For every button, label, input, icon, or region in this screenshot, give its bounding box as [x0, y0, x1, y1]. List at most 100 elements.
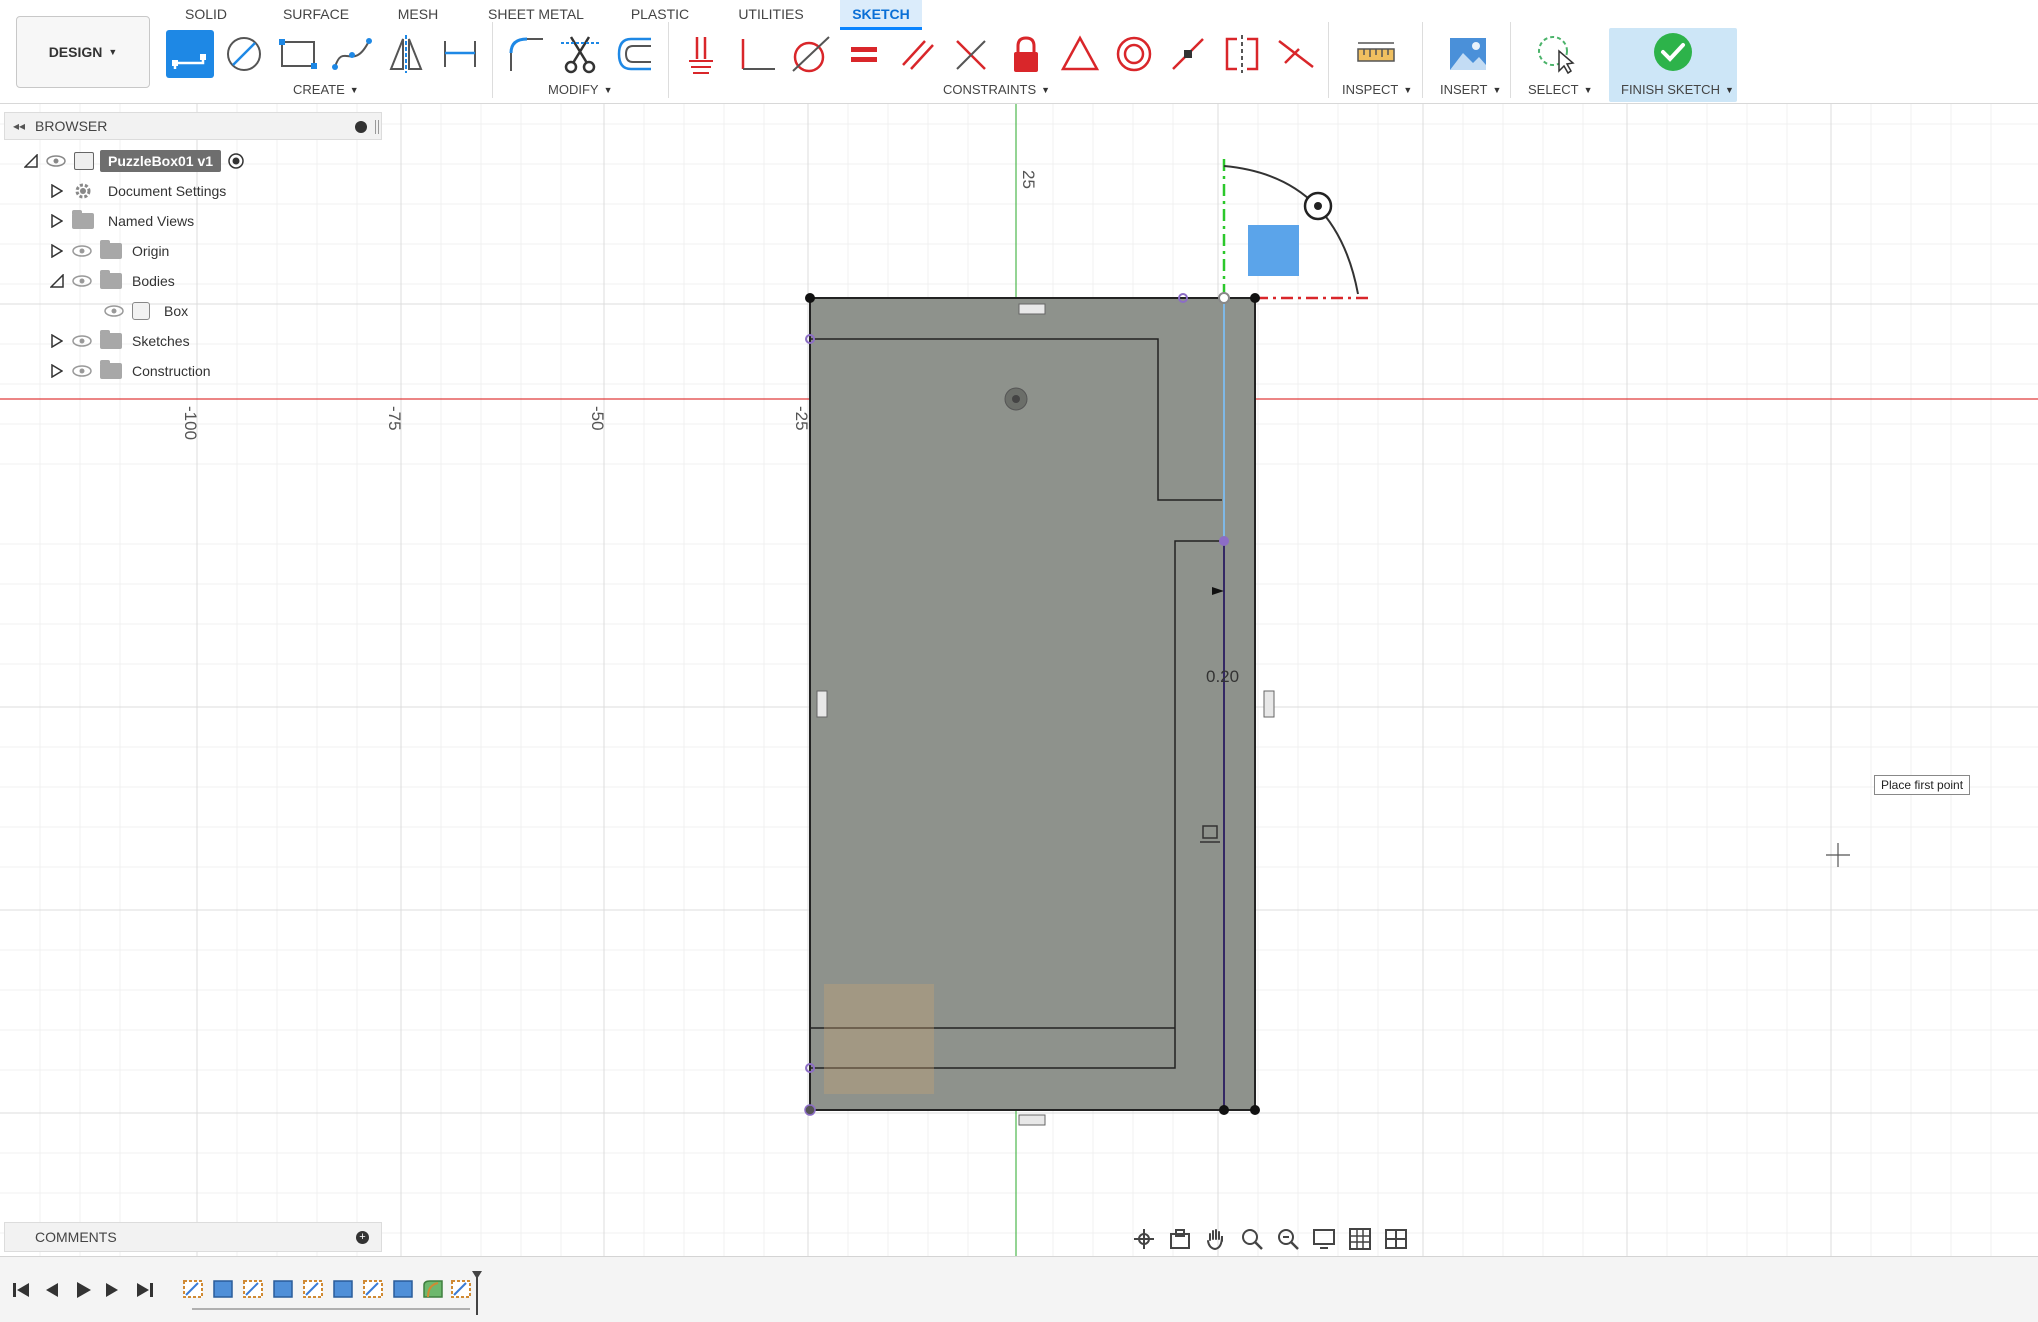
timeline-feature-list[interactable] [180, 1271, 490, 1315]
add-comment-icon[interactable]: + [356, 1231, 369, 1244]
horizontal-constraint-icon[interactable] [1018, 1114, 1046, 1126]
mirror-tool-button[interactable] [382, 30, 430, 78]
tree-item-bodies[interactable]: Bodies [50, 268, 175, 294]
eye-icon[interactable] [72, 274, 92, 288]
tab-sketch[interactable]: SKETCH [840, 0, 922, 30]
eye-icon[interactable] [104, 304, 124, 318]
tree-item-document-settings[interactable]: Document Settings [50, 178, 226, 204]
concentric-constraint-button[interactable] [1110, 30, 1158, 78]
tree-root[interactable]: PuzzleBox01 v1 [24, 148, 245, 174]
select-menu[interactable]: SELECT ▼ [1528, 82, 1593, 97]
insert-menu[interactable]: INSERT ▼ [1440, 82, 1501, 97]
zoom-button[interactable] [1272, 1224, 1304, 1254]
tree-item-box[interactable]: Box [104, 298, 188, 324]
go-to-end-button[interactable] [132, 1277, 158, 1303]
collinear-constraint-button[interactable] [1272, 30, 1320, 78]
finish-sketch-menu[interactable]: FINISH SKETCH ▼ [1621, 82, 1734, 97]
skip-end-icon [137, 1283, 153, 1297]
circle-tool-button[interactable] [220, 30, 268, 78]
coincident-constraint-button[interactable] [678, 30, 726, 78]
horizontal-constraint-icon[interactable] [1018, 303, 1046, 315]
go-to-start-button[interactable] [8, 1277, 34, 1303]
sketch-point[interactable] [1250, 1105, 1260, 1115]
step-back-button[interactable] [38, 1277, 64, 1303]
activate-radio-icon[interactable] [227, 152, 245, 170]
measure-tool-button[interactable] [1352, 30, 1400, 78]
insert-image-button[interactable] [1444, 30, 1492, 78]
comments-panel[interactable]: COMMENTS + [4, 1222, 382, 1252]
inspect-menu[interactable]: INSPECT ▼ [1342, 82, 1412, 97]
window-select-icon [1538, 36, 1575, 75]
fillet-tool-button[interactable] [502, 30, 550, 78]
sketch-point[interactable] [1219, 1105, 1229, 1115]
select-tool-button[interactable] [1532, 30, 1580, 78]
tab-mesh[interactable]: MESH [395, 0, 441, 30]
midpoint-constraint-button[interactable] [1164, 30, 1212, 78]
collapsed-triangle-icon[interactable] [50, 364, 64, 378]
vertical-constraint-icon[interactable] [1263, 690, 1275, 718]
play-button[interactable] [70, 1277, 96, 1303]
line-tool-button[interactable] [166, 30, 214, 78]
collapsed-triangle-icon[interactable] [50, 184, 64, 198]
perpendicular-x-constraint-button[interactable] [948, 30, 996, 78]
tree-item-label: Bodies [132, 273, 175, 289]
timeline-fillet-icon [423, 1280, 443, 1298]
eye-icon[interactable] [72, 334, 92, 348]
expanded-triangle-icon[interactable] [24, 154, 38, 168]
tab-utilities[interactable]: UTILITIES [738, 0, 804, 30]
eye-icon[interactable] [72, 364, 92, 378]
tree-item-origin[interactable]: Origin [50, 238, 169, 264]
orbit-button[interactable] [1128, 1224, 1160, 1254]
tangent-constraint-button[interactable] [786, 30, 834, 78]
tab-plastic[interactable]: PLASTIC [630, 0, 690, 30]
tree-item-named-views[interactable]: Named Views [50, 208, 194, 234]
parallel-constraint-button[interactable] [894, 30, 942, 78]
expanded-triangle-icon[interactable] [50, 274, 64, 288]
eye-icon[interactable] [46, 154, 66, 168]
zoom-window-button[interactable] [1236, 1224, 1268, 1254]
step-forward-button[interactable] [100, 1277, 126, 1303]
sketch-point[interactable] [1218, 292, 1230, 304]
vertical-constraint-icon[interactable] [816, 690, 828, 718]
sketch-point[interactable] [805, 293, 815, 303]
equal-constraint-button[interactable] [840, 30, 888, 78]
symmetry-constraint-button[interactable] [1218, 30, 1266, 78]
resize-grip-icon[interactable] [375, 120, 379, 134]
create-menu[interactable]: CREATE ▼ [293, 82, 359, 97]
look-at-button[interactable] [1164, 1224, 1196, 1254]
pan-button[interactable] [1200, 1224, 1232, 1254]
collapsed-triangle-icon[interactable] [50, 244, 64, 258]
modify-menu[interactable]: MODIFY ▼ [548, 82, 612, 97]
eye-icon[interactable] [72, 244, 92, 258]
folder-icon [100, 360, 122, 379]
collapsed-triangle-icon[interactable] [50, 334, 64, 348]
display-settings-button[interactable] [1308, 1224, 1340, 1254]
workspace-switcher-button[interactable]: DESIGN ▼ [16, 16, 150, 88]
viewports-button[interactable] [1380, 1224, 1412, 1254]
zoom-window-icon [1242, 1229, 1263, 1250]
dimension-tool-button[interactable] [436, 30, 484, 78]
constraints-menu[interactable]: CONSTRAINTS ▼ [943, 82, 1050, 97]
grid-settings-button[interactable] [1344, 1224, 1376, 1254]
dimension-value[interactable]: 0.20 [1206, 667, 1239, 687]
tree-item-construction[interactable]: Construction [50, 358, 211, 384]
offset-tool-button[interactable] [610, 30, 658, 78]
tab-solid[interactable]: SOLID [180, 0, 232, 30]
sketch-point[interactable] [1250, 293, 1260, 303]
pin-icon[interactable] [355, 121, 367, 133]
tree-item-sketches[interactable]: Sketches [50, 328, 190, 354]
tab-sheet-metal[interactable]: SHEET METAL [488, 0, 584, 30]
spline-tool-button[interactable] [328, 30, 376, 78]
sketch-point[interactable] [804, 1104, 816, 1116]
tab-surface[interactable]: SURFACE [280, 0, 352, 30]
browser-header[interactable]: ◂◂ BROWSER [4, 112, 382, 140]
collapse-icon[interactable]: ◂◂ [13, 119, 25, 133]
rectangle-tool-button[interactable] [274, 30, 322, 78]
trim-tool-button[interactable] [556, 30, 604, 78]
select-label: SELECT [1528, 82, 1579, 97]
fix-constraint-button[interactable] [1002, 30, 1050, 78]
perpendicular-constraint-button[interactable] [732, 30, 780, 78]
sketch-point[interactable] [1219, 536, 1229, 546]
triangle-constraint-button[interactable] [1056, 30, 1104, 78]
collapsed-triangle-icon[interactable] [50, 214, 64, 228]
